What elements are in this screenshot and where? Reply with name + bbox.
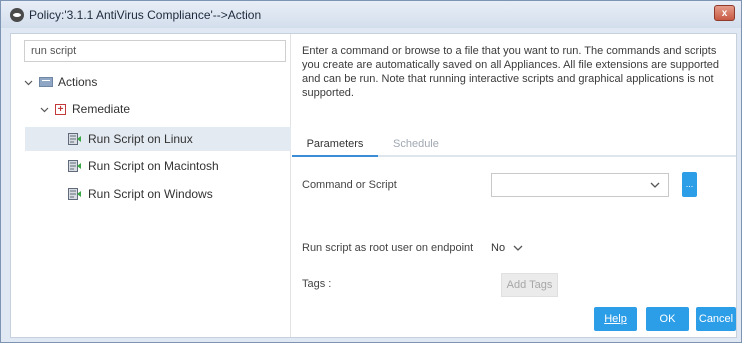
dialog-content: Actions + Remediate Run Script on Linux: [10, 33, 737, 338]
action-description: Enter a command or browse to a file that…: [302, 45, 720, 99]
browse-button[interactable]: ...: [682, 172, 697, 197]
ok-button[interactable]: OK: [646, 307, 689, 331]
search-input[interactable]: [24, 40, 286, 62]
command-label: Command or Script: [302, 179, 397, 191]
cancel-button[interactable]: Cancel: [696, 307, 736, 331]
tree-item-run-script-macintosh[interactable]: Run Script on Macintosh: [68, 154, 219, 178]
tree-item-run-script-windows[interactable]: Run Script on Windows: [68, 182, 213, 206]
title-bar[interactable]: Policy:'3.1.1 AntiVirus Compliance'-->Ac…: [1, 1, 741, 28]
command-combobox[interactable]: [491, 173, 669, 197]
tree-item-run-script-linux[interactable]: Run Script on Linux: [25, 127, 291, 151]
tree-item-label: Run Script on Linux: [88, 132, 193, 146]
action-details-pane: Enter a command or browse to a file that…: [292, 34, 736, 337]
window-title: Policy:'3.1.1 AntiVirus Compliance'-->Ac…: [29, 7, 262, 22]
script-icon: [68, 160, 81, 172]
dialog-window: Policy:'3.1.1 AntiVirus Compliance'-->Ac…: [0, 0, 742, 343]
tree-item-label: Run Script on Macintosh: [88, 159, 219, 173]
root-user-label: Run script as root user on endpoint: [302, 242, 474, 254]
chevron-down-icon[interactable]: [650, 181, 660, 189]
script-icon: [68, 133, 81, 145]
actions-tree-pane: Actions + Remediate Run Script on Linux: [11, 34, 291, 337]
eye-icon: [10, 7, 24, 22]
help-label: Help: [604, 313, 627, 325]
chevron-down-icon[interactable]: [24, 78, 33, 87]
root-user-select[interactable]: No: [489, 238, 533, 258]
tree-node-label: Actions: [58, 75, 98, 89]
chevron-down-icon[interactable]: [40, 105, 49, 114]
script-icon: [68, 188, 81, 200]
tree-node-remediate[interactable]: + Remediate: [40, 97, 130, 121]
chevron-down-icon[interactable]: [513, 244, 523, 252]
tree-node-label: Remediate: [72, 102, 131, 116]
close-button[interactable]: x: [714, 5, 735, 21]
folder-icon: [39, 77, 53, 87]
root-user-value: No: [491, 242, 506, 254]
help-button[interactable]: Help: [594, 307, 637, 331]
tree-item-label: Run Script on Windows: [88, 187, 213, 201]
add-tags-button[interactable]: Add Tags: [501, 273, 558, 297]
tags-label: Tags :: [302, 278, 332, 290]
remediate-plus-icon: +: [55, 103, 66, 115]
tab-bar: Parameters Schedule: [292, 134, 736, 157]
tree-node-actions[interactable]: Actions: [24, 70, 97, 94]
tab-schedule[interactable]: Schedule: [393, 134, 439, 157]
tab-parameters[interactable]: Parameters: [292, 134, 378, 157]
